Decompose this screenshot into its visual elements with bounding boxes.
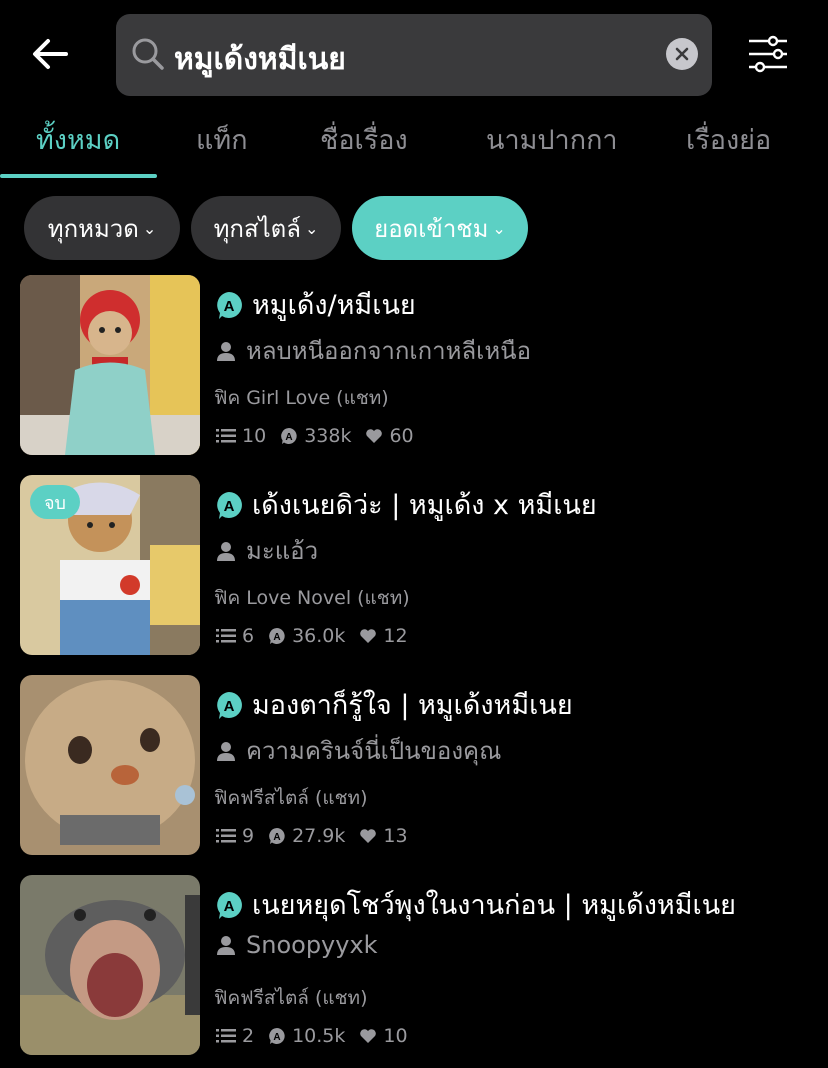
completed-badge: จบ	[30, 485, 80, 519]
view-count: 27.9k	[292, 825, 346, 847]
search-bar[interactable]: หมูเด้งหมีเนย	[116, 14, 712, 96]
top-bar: หมูเด้งหมีเนย	[0, 0, 828, 100]
chapter-list-icon	[216, 1029, 236, 1043]
person-icon	[217, 936, 235, 955]
person-icon	[217, 741, 235, 761]
chapter-list-icon	[216, 629, 236, 643]
story-stats: 6 A 36.0k 12	[216, 625, 422, 647]
story-title-row: A หมูเด้ง/หมีเนย	[214, 283, 416, 326]
view-count: 338k	[304, 425, 352, 447]
story-type-icon: A	[217, 291, 242, 319]
story-category: ฟิคฟรีสไตล์ (แชท)	[214, 987, 368, 1009]
svg-text:A: A	[273, 632, 280, 643]
svg-text:A: A	[224, 698, 235, 715]
filter-sort-label: ยอดเข้าชม	[374, 214, 489, 243]
like-count: 12	[383, 625, 408, 647]
chapter-count: 9	[242, 825, 255, 847]
tab-all[interactable]: ทั้งหมด	[36, 118, 120, 161]
filter-style-dropdown[interactable]: ทุกสไตล์ ⌄	[191, 196, 341, 260]
like-count: 13	[383, 825, 408, 847]
story-title-row: A เนยหยุดโชว์พุงในงานก่อน | หมูเด้งหมีเน…	[214, 883, 736, 926]
tab-pen-name[interactable]: นามปากกา	[486, 118, 618, 161]
heart-icon	[360, 829, 377, 843]
chapter-list-icon	[216, 829, 236, 843]
story-cover-image	[20, 875, 200, 1055]
tab-synopsis[interactable]: เรื่องย่อ	[686, 118, 771, 161]
list-item[interactable]: จบ A เด้งเนยดิว่ะ | หมูเด้ง x หมีเนย มะแ…	[20, 475, 820, 655]
filter-settings-button[interactable]	[746, 34, 790, 74]
search-tabs: ทั้งหมด แท็ก ชื่อเรื่อง นามปากกา เรื่องย…	[0, 108, 828, 180]
story-author: หลบหนีออกจากเกาหลีเหนือ	[246, 337, 531, 365]
list-item[interactable]: A มองตาก็รู้ใจ | หมูเด้งหมีเนย ความครินจ…	[20, 675, 820, 855]
heart-icon	[360, 629, 377, 643]
svg-text:A: A	[224, 898, 235, 915]
story-type-icon: A	[217, 491, 242, 519]
tab-tags[interactable]: แท็ก	[196, 118, 248, 161]
story-category: ฟิค Love Novel (แชท)	[214, 587, 410, 609]
svg-text:A: A	[224, 298, 235, 315]
person-icon	[217, 541, 235, 561]
heart-icon	[366, 429, 383, 443]
filter-sort-dropdown[interactable]: ยอดเข้าชม ⌄	[352, 196, 528, 260]
story-category: ฟิค Girl Love (แชท)	[214, 387, 389, 409]
views-icon: A	[281, 428, 297, 444]
story-author: Snoopyyxk	[246, 931, 378, 959]
chapter-count: 6	[242, 625, 255, 647]
heart-icon	[360, 1029, 377, 1043]
views-icon: A	[269, 628, 285, 644]
story-author-row[interactable]: มะแอ้ว	[216, 531, 318, 570]
filter-category-label: ทุกหมวด	[47, 214, 139, 243]
close-icon	[675, 47, 689, 61]
story-cover-image: จบ	[20, 475, 200, 655]
search-input[interactable]: หมูเด้งหมีเนย	[174, 36, 346, 83]
story-stats: 9 A 27.9k 13	[216, 825, 422, 847]
view-count: 10.5k	[292, 1025, 346, 1047]
story-author-row[interactable]: Snoopyyxk	[216, 931, 378, 959]
story-type-icon: A	[217, 891, 242, 919]
story-title-row: A เด้งเนยดิว่ะ | หมูเด้ง x หมีเนย	[214, 483, 597, 526]
story-type-icon: A	[217, 691, 242, 719]
svg-text:A: A	[286, 432, 293, 443]
story-author: ความครินจ์นี่เป็นของคุณ	[246, 737, 502, 765]
back-button[interactable]	[26, 30, 74, 78]
story-author-row[interactable]: ความครินจ์นี่เป็นของคุณ	[216, 731, 501, 770]
clear-search-button[interactable]	[666, 38, 698, 70]
svg-text:A: A	[224, 498, 235, 515]
search-icon	[132, 38, 164, 70]
story-title: มองตาก็รู้ใจ | หมูเด้งหมีเนย	[252, 690, 573, 721]
svg-text:A: A	[273, 1032, 280, 1043]
story-category: ฟิคฟรีสไตล์ (แชท)	[214, 787, 368, 809]
chapter-list-icon	[216, 429, 236, 443]
sliders-icon	[749, 35, 787, 73]
list-item[interactable]: A หมูเด้ง/หมีเนย หลบหนีออกจากเกาหลีเหนือ…	[20, 275, 820, 455]
view-count: 36.0k	[292, 625, 346, 647]
svg-text:A: A	[273, 832, 280, 843]
story-stats: 2 A 10.5k 10	[216, 1025, 422, 1047]
like-count: 60	[389, 425, 414, 447]
chevron-down-icon: ⌄	[142, 218, 157, 238]
person-icon	[217, 341, 235, 361]
story-stats: 10 A 338k 60	[216, 425, 428, 447]
story-title: เนยหยุดโชว์พุงในงานก่อน | หมูเด้งหมีเนย	[252, 890, 736, 921]
story-title: หมูเด้ง/หมีเนย	[252, 290, 416, 321]
chevron-down-icon: ⌄	[492, 218, 506, 238]
list-item[interactable]: A เนยหยุดโชว์พุงในงานก่อน | หมูเด้งหมีเน…	[20, 875, 820, 1055]
story-author: มะแอ้ว	[246, 537, 319, 565]
story-title-row: A มองตาก็รู้ใจ | หมูเด้งหมีเนย	[214, 683, 573, 726]
like-count: 10	[383, 1025, 408, 1047]
story-title: เด้งเนยดิว่ะ | หมูเด้ง x หมีเนย	[252, 490, 597, 521]
filter-category-dropdown[interactable]: ทุกหมวด ⌄	[24, 196, 180, 260]
chevron-down-icon: ⌄	[304, 218, 319, 238]
chapter-count: 10	[242, 425, 267, 447]
story-cover-image	[20, 275, 200, 455]
arrow-left-icon	[33, 39, 68, 69]
tab-title[interactable]: ชื่อเรื่อง	[320, 118, 408, 161]
active-tab-indicator	[0, 174, 157, 178]
story-cover-image	[20, 675, 200, 855]
views-icon: A	[269, 828, 285, 844]
story-author-row[interactable]: หลบหนีออกจากเกาหลีเหนือ	[216, 331, 531, 370]
views-icon: A	[269, 1028, 285, 1044]
filter-style-label: ทุกสไตล์	[213, 214, 301, 243]
chapter-count: 2	[242, 1025, 255, 1047]
